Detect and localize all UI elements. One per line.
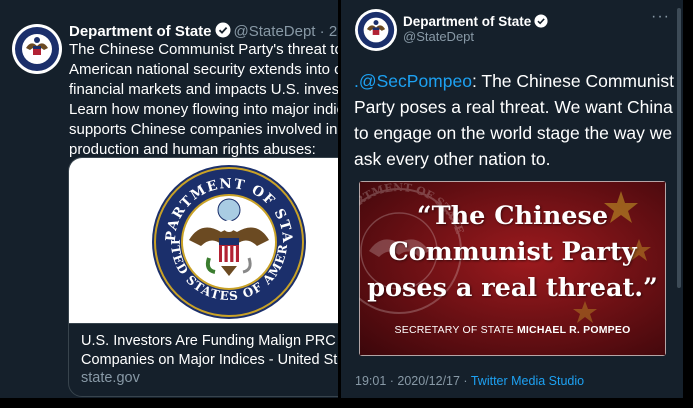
tweet-time[interactable]: 2h bbox=[329, 23, 338, 40]
display-name[interactable]: Department of State bbox=[69, 23, 212, 40]
handle[interactable]: @StateDept bbox=[234, 23, 316, 40]
card-title[interactable]: U.S. Investors Are Funding Malign PRC Co… bbox=[81, 332, 338, 370]
separator: · bbox=[319, 23, 325, 40]
quote-text: “The Chinese Communist Party poses a rea… bbox=[359, 198, 666, 306]
quote-line: “The Chinese bbox=[416, 201, 609, 231]
tweet-text-line: Learn how money flowing into major indic bbox=[69, 101, 338, 118]
card-title-line: Companies on Major Indices - United St bbox=[81, 352, 338, 368]
link-card[interactable]: DEPARTMENT OF STATE UNITED STATES OF AME… bbox=[68, 157, 338, 397]
card-domain: state.gov bbox=[81, 370, 140, 386]
scrollbar[interactable] bbox=[677, 8, 681, 288]
tweet-text-line: financial markets and impacts U.S. inves… bbox=[69, 81, 338, 98]
tweet-text-line: supports Chinese companies involved in i bbox=[69, 121, 338, 138]
more-options-icon[interactable]: ··· bbox=[651, 9, 671, 26]
tweet-meta: 19:01 · 2020/12/17 · Twitter Media Studi… bbox=[355, 374, 584, 388]
attribution-title: SECRETARY OF STATE bbox=[394, 324, 514, 336]
quote-attribution: SECRETARY OF STATE MICHAEL R. POMPEO bbox=[359, 324, 666, 336]
handle[interactable]: @StateDept bbox=[403, 29, 474, 44]
avatar[interactable] bbox=[355, 9, 397, 51]
display-name[interactable]: Department of State bbox=[403, 14, 531, 29]
verified-badge-icon bbox=[534, 14, 548, 32]
state-department-seal-icon: DEPARTMENT OF STATE UNITED STATES OF AME… bbox=[149, 162, 306, 319]
card-image[interactable]: DEPARTMENT OF STATE UNITED STATES OF AME… bbox=[69, 158, 338, 324]
attribution-name: MICHAEL R. POMPEO bbox=[516, 324, 631, 336]
source-link[interactable]: Twitter Media Studio bbox=[471, 374, 584, 388]
quote-line: Communist Party bbox=[388, 237, 637, 267]
right-tweet[interactable]: Department of State @StateDept ··· .@Sec… bbox=[341, 0, 683, 398]
tweet-text-line: American national security extends into … bbox=[69, 61, 338, 78]
state-seal-icon bbox=[357, 11, 395, 49]
avatar[interactable] bbox=[12, 24, 62, 74]
mention-link[interactable]: .@SecPompeo bbox=[354, 71, 472, 91]
quote-line: poses a real threat.” bbox=[367, 273, 658, 303]
left-tweet[interactable]: Department of State @StateDept · 2h The C… bbox=[0, 0, 338, 398]
state-seal-icon bbox=[15, 27, 59, 71]
card-title-line: U.S. Investors Are Funding Malign PRC bbox=[81, 333, 336, 349]
tweet-image[interactable]: DEPARTMENT OF STATE “The Chinese Communi… bbox=[359, 181, 666, 356]
tweet-text: The Chinese Communist Party's threat to … bbox=[69, 40, 338, 160]
timestamp[interactable]: 19:01 · 2020/12/17 · bbox=[355, 374, 468, 388]
tweet-text-line: The Chinese Communist Party's threat to bbox=[69, 41, 338, 58]
tweet-text: .@SecPompeo: The Chinese Communist Party… bbox=[354, 68, 679, 172]
